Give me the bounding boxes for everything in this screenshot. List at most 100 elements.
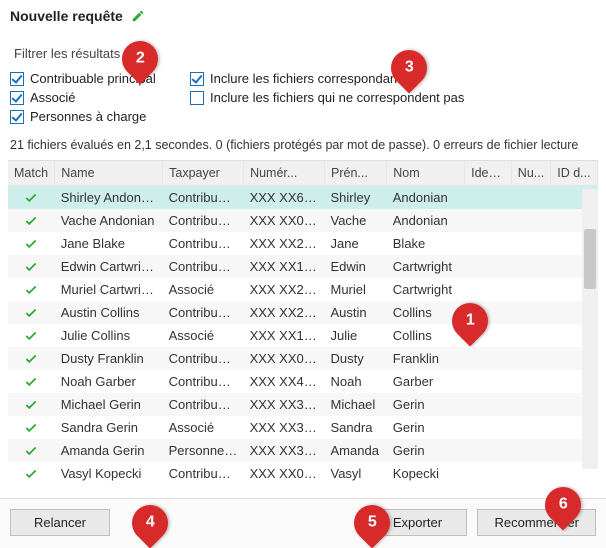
match-check-icon <box>8 209 55 232</box>
results-table: Match Name Taxpayer Numér... Prén... Nom… <box>8 161 598 485</box>
cell-numero: XXX XX2 002 <box>244 278 325 301</box>
table-row[interactable]: Amanda GerinPersonne à cXXX XX3 879Amand… <box>8 439 598 462</box>
checkbox-label: Personnes à charge <box>30 109 146 124</box>
checkbox-label: Inclure les fichiers correspondants <box>210 71 407 86</box>
cell-taxpayer: Contribuable <box>163 255 244 278</box>
match-check-icon <box>8 439 55 462</box>
cell-numero: XXX XX2 223 <box>244 301 325 324</box>
col-taxpayer[interactable]: Taxpayer <box>163 161 244 186</box>
cell-name: Edwin Cartwright <box>55 255 163 278</box>
cell-prenom: Austin <box>325 301 387 324</box>
table-row[interactable]: Austin CollinsContribuableXXX XX2 223Aus… <box>8 301 598 324</box>
checkbox-associe[interactable]: Associé <box>10 90 180 105</box>
cell-name: Vasyl Kopecki <box>55 462 163 485</box>
match-check-icon <box>8 186 55 210</box>
cell-numero: XXX XX0 305 <box>244 462 325 485</box>
cell-nom: Franklin <box>387 347 465 370</box>
col-prenom[interactable]: Prén... <box>325 161 387 186</box>
match-check-icon <box>8 232 55 255</box>
cell-name: Dusty Franklin <box>55 347 163 370</box>
col-numero[interactable]: Numér... <box>244 161 325 186</box>
table-row[interactable]: Vache AndonianContribuableXXX XX0 121Vac… <box>8 209 598 232</box>
checkbox-icon <box>10 91 24 105</box>
cell-iden <box>465 370 512 393</box>
cell-prenom: Dusty <box>325 347 387 370</box>
cell-nom: Cartwright <box>387 255 465 278</box>
checkbox-inclure-non-correspondants[interactable]: Inclure les fichiers qui ne corresponden… <box>190 90 596 105</box>
cell-prenom: Edwin <box>325 255 387 278</box>
checkbox-icon <box>190 72 204 86</box>
cell-taxpayer: Contribuable <box>163 462 244 485</box>
cell-nu <box>511 278 550 301</box>
table-row[interactable]: Noah GarberContribuableXXX XX4 809NoahGa… <box>8 370 598 393</box>
table-row[interactable]: Julie CollinsAssociéXXX XX1 236JulieColl… <box>8 324 598 347</box>
filter-section-label: Filtrer les résultats <box>0 28 606 67</box>
checkbox-label: Associé <box>30 90 76 105</box>
edit-icon[interactable] <box>131 9 145 23</box>
col-name[interactable]: Name <box>55 161 163 186</box>
cell-name: Vache Andonian <box>55 209 163 232</box>
cell-name: Jane Blake <box>55 232 163 255</box>
cell-taxpayer: Contribuable <box>163 301 244 324</box>
match-check-icon <box>8 416 55 439</box>
cell-nom: Gerin <box>387 439 465 462</box>
cell-nu <box>511 347 550 370</box>
match-check-icon <box>8 370 55 393</box>
table-row[interactable]: Muriel CartwrightAssociéXXX XX2 002Murie… <box>8 278 598 301</box>
cell-nom: Blake <box>387 232 465 255</box>
col-match[interactable]: Match <box>8 161 55 186</box>
table-row[interactable]: Vasyl KopeckiContribuableXXX XX0 305Vasy… <box>8 462 598 485</box>
col-nu[interactable]: Nu... <box>511 161 550 186</box>
cell-numero: XXX XX0 110 <box>244 347 325 370</box>
cell-name: Sandra Gerin <box>55 416 163 439</box>
cell-nom: Andonian <box>387 186 465 210</box>
match-check-icon <box>8 393 55 416</box>
cell-numero: XXX XX3 552 <box>244 416 325 439</box>
cell-prenom: Vasyl <box>325 462 387 485</box>
cell-nom: Kopecki <box>387 462 465 485</box>
cell-name: Julie Collins <box>55 324 163 347</box>
match-check-icon <box>8 347 55 370</box>
table-row[interactable]: Dusty FranklinContribuableXXX XX0 110Dus… <box>8 347 598 370</box>
cell-nu <box>511 324 550 347</box>
cell-iden <box>465 209 512 232</box>
cell-nu <box>511 439 550 462</box>
cell-name: Muriel Cartwright <box>55 278 163 301</box>
relancer-button[interactable]: Relancer <box>10 509 110 536</box>
table-row[interactable]: Sandra GerinAssociéXXX XX3 552SandraGeri… <box>8 416 598 439</box>
checkbox-icon <box>190 91 204 105</box>
cell-nom: Gerin <box>387 416 465 439</box>
cell-iden <box>465 232 512 255</box>
scrollbar-thumb[interactable] <box>584 229 596 289</box>
vertical-scrollbar[interactable] <box>582 189 598 469</box>
cell-name: Amanda Gerin <box>55 439 163 462</box>
cell-nu <box>511 232 550 255</box>
checkbox-personnes-a-charge[interactable]: Personnes à charge <box>10 109 180 124</box>
cell-name: Austin Collins <box>55 301 163 324</box>
cell-nom: Cartwright <box>387 278 465 301</box>
cell-name: Shirley Andonian <box>55 186 163 210</box>
cell-iden <box>465 393 512 416</box>
table-header-row: Match Name Taxpayer Numér... Prén... Nom… <box>8 161 598 186</box>
col-nom[interactable]: Nom <box>387 161 465 186</box>
col-iden[interactable]: Iden... <box>465 161 512 186</box>
cell-numero: XXX XX1 236 <box>244 324 325 347</box>
cell-prenom: Vache <box>325 209 387 232</box>
table-row[interactable]: Edwin CartwrightContribuableXXX XX1 007E… <box>8 255 598 278</box>
cell-taxpayer: Contribuable <box>163 186 244 210</box>
table-row[interactable]: Jane BlakeContribuableXXX XX2 341JaneBla… <box>8 232 598 255</box>
table-row[interactable]: Michael GerinContribuableXXX XX3 008Mich… <box>8 393 598 416</box>
match-check-icon <box>8 462 55 485</box>
cell-nu <box>511 416 550 439</box>
table-row[interactable]: Shirley AndonianContribuableXXX XX6 670S… <box>8 186 598 210</box>
cell-nom: Garber <box>387 370 465 393</box>
col-idd[interactable]: ID d... <box>551 161 598 186</box>
cell-numero: XXX XX4 809 <box>244 370 325 393</box>
cell-nu <box>511 370 550 393</box>
checkbox-contribuable-principal[interactable]: Contribuable principal <box>10 71 180 86</box>
match-check-icon <box>8 278 55 301</box>
checkbox-icon <box>10 72 24 86</box>
cell-nom: Andonian <box>387 209 465 232</box>
cell-numero: XXX XX1 007 <box>244 255 325 278</box>
cell-taxpayer: Contribuable <box>163 393 244 416</box>
